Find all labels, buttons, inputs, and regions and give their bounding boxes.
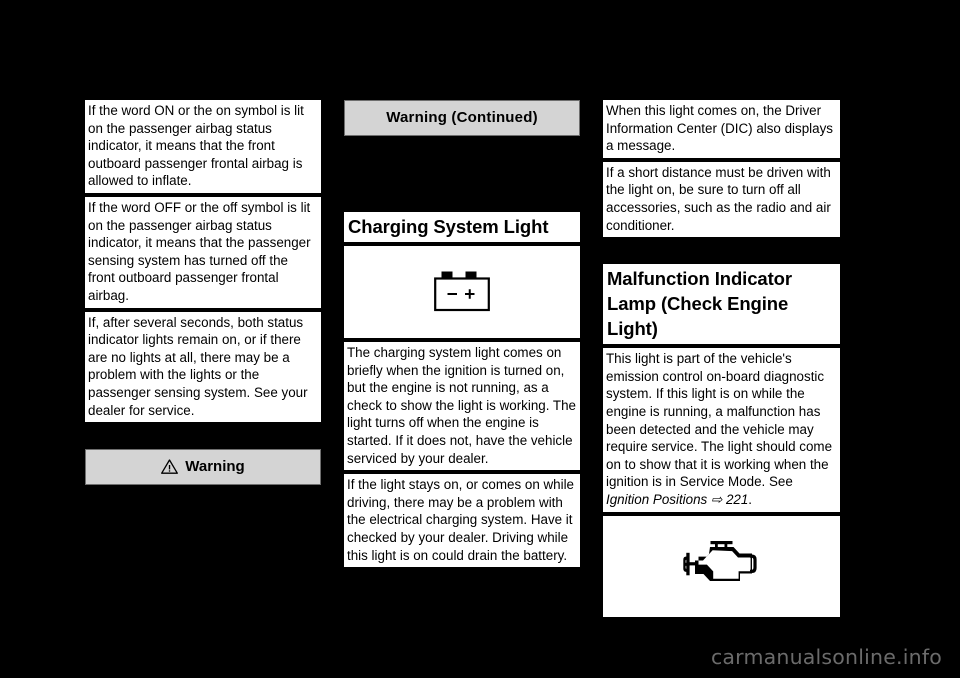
check-engine-symbol-box	[603, 515, 840, 617]
text-block-dic-message: When this light comes on, the Driver Inf…	[603, 100, 840, 158]
cross-reference-arrow-icon: ⇨	[710, 491, 723, 507]
warning-continued-bar: Warning (Continued)	[344, 100, 580, 136]
paragraph: When this light comes on, the Driver Inf…	[606, 103, 833, 154]
check-engine-icon	[680, 538, 764, 595]
cross-reference-page: 221	[725, 491, 749, 507]
text-block-short-distance: If a short distance must be driven with …	[603, 161, 840, 238]
mil-text-before-xref: This light is part of the vehicle's emis…	[606, 351, 833, 490]
paragraph: If a short distance must be driven with …	[606, 164, 831, 233]
section-heading-malfunction-indicator-lamp: Malfunction Indicator Lamp (Check Engine…	[603, 264, 840, 345]
mil-text-after-xref: .	[748, 491, 753, 507]
warning-bar: Warning	[85, 449, 321, 486]
text-block-airbag-on: If the word ON or the on symbol is lit o…	[85, 100, 321, 193]
section-heading-charging-system-light: Charging System Light	[344, 212, 580, 242]
middle-column: Warning (Continued) Charging System Ligh…	[344, 100, 580, 571]
paragraph: If the word ON or the on symbol is lit o…	[88, 103, 304, 189]
text-block-mil-description: This light is part of the vehicle's emis…	[603, 348, 840, 512]
manual-page: If the word ON or the on symbol is lit o…	[0, 0, 960, 678]
site-watermark: carmanualsonline.info	[710, 645, 942, 669]
text-block-charging-light-check: The charging system light comes on brief…	[344, 342, 580, 471]
right-column: When this light comes on, the Driver Inf…	[603, 100, 840, 621]
text-block-airbag-both-lights: If, after several seconds, both status i…	[85, 311, 321, 423]
warning-triangle-icon	[161, 459, 179, 474]
paragraph: The charging system light comes on brief…	[347, 345, 576, 466]
warning-bar-label: Warning	[185, 458, 245, 476]
text-block-airbag-off: If the word OFF or the off symbol is lit…	[85, 196, 321, 308]
battery-icon	[432, 266, 492, 319]
text-block-charging-light-stays-on: If the light stays on, or comes on while…	[344, 474, 580, 568]
paragraph: This light is part of the vehicle's emis…	[606, 350, 837, 508]
paragraph: If, after several seconds, both status i…	[88, 314, 308, 418]
left-column: If the word ON or the on symbol is lit o…	[85, 100, 321, 486]
paragraph: If the light stays on, or comes on while…	[347, 477, 575, 563]
cross-reference-title: Ignition Positions	[606, 491, 708, 507]
warning-continued-label: Warning (Continued)	[386, 109, 538, 126]
paragraph: If the word OFF or the off symbol is lit…	[88, 199, 311, 303]
battery-symbol-box	[344, 246, 580, 338]
